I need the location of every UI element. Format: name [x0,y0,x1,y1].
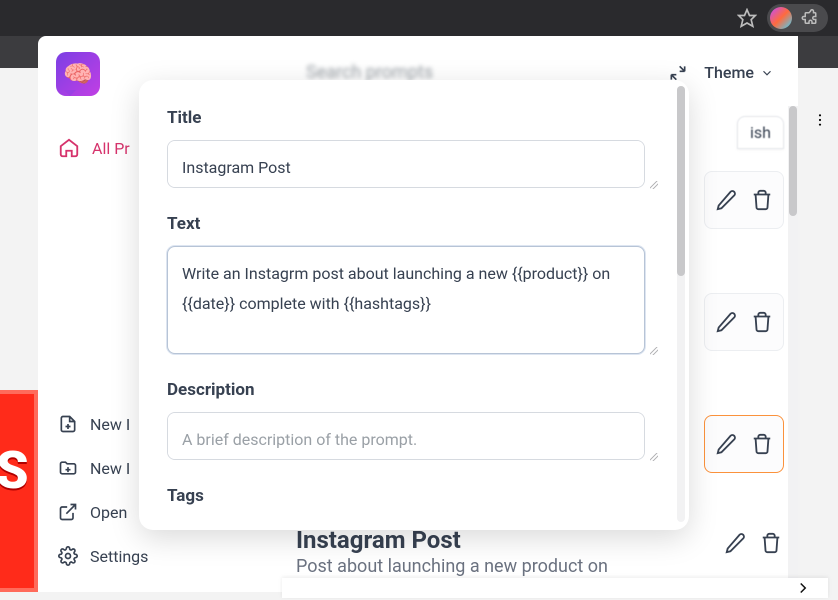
trash-icon[interactable] [751,189,773,211]
brain-icon: 🧠 [63,60,93,88]
main-scrollbar[interactable] [788,106,798,578]
card-actions-2 [704,293,784,351]
description-input[interactable] [167,412,645,460]
app-logo[interactable]: 🧠 [56,52,100,96]
modal-scrollbar[interactable] [677,86,685,522]
right-rail: ish [684,116,784,473]
trash-icon[interactable] [751,311,773,333]
chevron-right-icon[interactable] [794,579,812,597]
browser-chrome-bar [0,0,838,36]
file-plus-icon [58,414,78,434]
description-label: Description [167,380,661,400]
gear-icon [58,546,78,566]
theme-label: Theme [704,63,754,82]
star-icon[interactable] [735,6,759,30]
more-vert-icon[interactable] [812,112,828,128]
edit-icon[interactable] [724,532,746,554]
card-actions-1 [704,171,784,229]
chevron-down-icon [760,66,774,80]
title-input[interactable] [167,140,645,188]
edit-icon[interactable] [715,311,737,333]
text-label: Text [167,214,661,234]
sidebar-item-label: Open [90,503,127,522]
trash-icon[interactable] [760,532,782,554]
language-chip[interactable]: ish [737,116,784,149]
tags-label: Tags [167,486,661,506]
sidebar-item-label: New I [90,415,130,434]
bottom-pager [282,578,828,598]
edit-icon[interactable] [715,189,737,211]
extension-pill[interactable] [767,4,828,32]
sidebar-item-label: All Pr [92,139,130,158]
theme-select[interactable]: Theme [704,63,774,82]
prompt-card-subtitle: Post about launching a new product on [296,556,770,577]
video-thumbnail-left: S [0,390,38,592]
sidebar-item-label: New I [90,459,130,478]
prompt-card-title: Instagram Post [296,526,770,554]
trash-icon[interactable] [751,433,773,455]
card-actions-3 [704,415,784,473]
home-icon [58,137,80,159]
edit-icon[interactable] [715,433,737,455]
sidebar-item-label: Settings [90,547,148,566]
title-label: Title [167,108,661,128]
extension-logo-icon [770,7,792,29]
sidebar-item-settings[interactable]: Settings [58,534,261,578]
folder-plus-icon [58,458,78,478]
prompt-card-instagram[interactable]: Instagram Post Post about launching a ne… [282,522,784,577]
text-input[interactable] [167,246,645,354]
edit-prompt-modal: Title Text Description Tags [139,80,689,530]
external-link-icon [58,502,78,522]
puzzle-icon [800,9,818,27]
